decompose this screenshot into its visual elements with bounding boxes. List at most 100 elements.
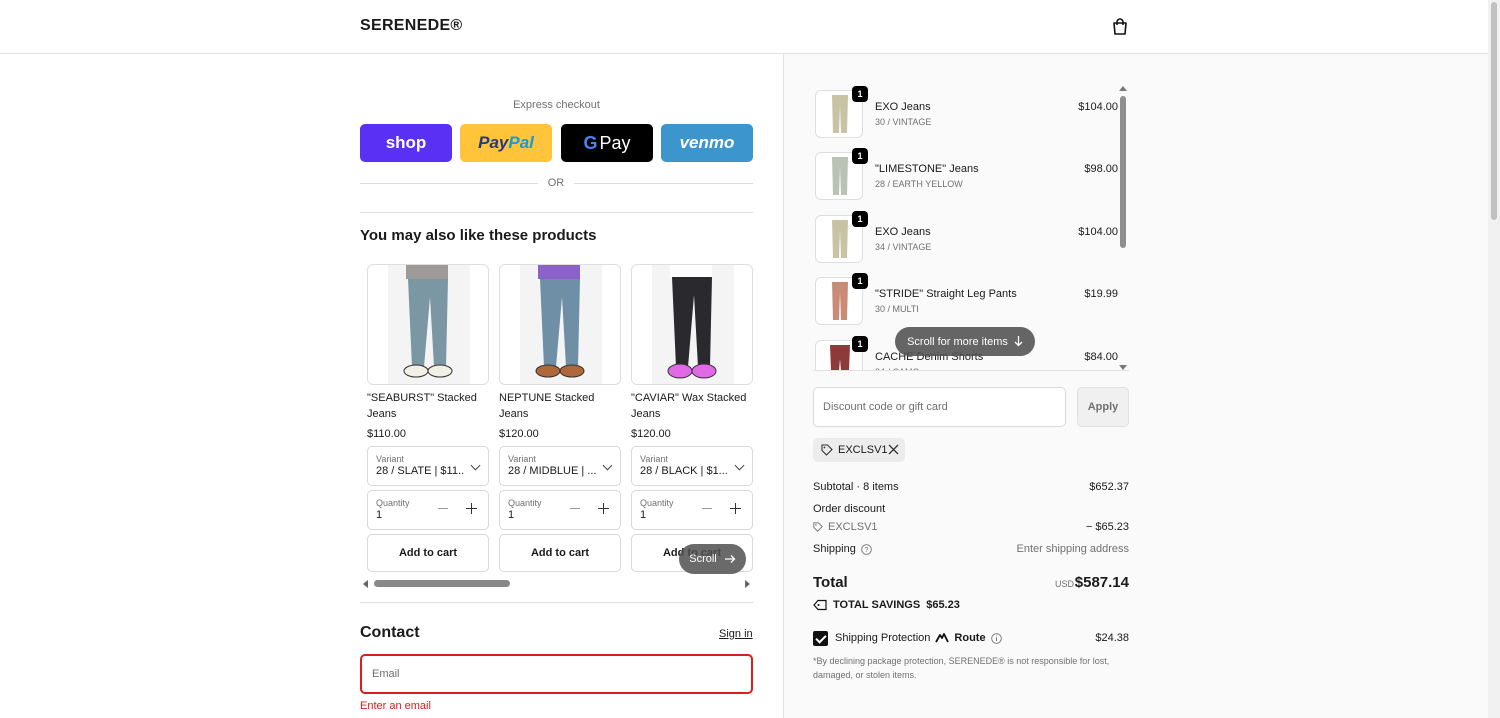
minus-icon[interactable] — [702, 508, 712, 510]
product-price: $120.00 — [631, 428, 671, 440]
shop-pay-label: shop — [385, 133, 427, 152]
quantity-label: Quantity — [376, 498, 410, 508]
add-to-cart-button[interactable]: Add to cart — [499, 534, 621, 572]
discount-code-row: EXCLSV1 — [813, 521, 878, 533]
or-divider-text: OR — [547, 177, 565, 189]
item-name: EXO Jeans — [875, 101, 931, 113]
cart-items-scrollbar-thumb[interactable] — [1120, 96, 1126, 248]
minus-icon[interactable] — [570, 508, 580, 510]
plus-icon[interactable] — [598, 503, 609, 514]
google-pay-label: Pay — [599, 132, 631, 153]
carousel-scroll-button[interactable]: Scroll — [679, 544, 746, 574]
protection-fineprint: *By declining package protection, SERENE… — [813, 656, 1110, 680]
shipping-protection-label: Shipping Protection — [835, 632, 931, 644]
arrow-down-icon — [1014, 336, 1023, 347]
variant-value: 28 / MIDBLUE | ... — [508, 465, 596, 477]
product-carousel[interactable]: "SEABURST" Stacked Jeans $110.00 Variant… — [360, 258, 753, 576]
or-divider-right — [574, 183, 753, 184]
sign-in-link[interactable]: Sign in — [719, 628, 753, 640]
tag-icon — [821, 444, 833, 456]
jeans-image — [388, 265, 470, 384]
info-icon[interactable] — [990, 632, 1002, 644]
total-value: $587.14 — [1074, 574, 1129, 591]
shopping-bag-icon[interactable] — [1110, 17, 1130, 37]
shipping-label: Shipping — [813, 543, 856, 555]
quantity-stepper[interactable]: Quantity 1 — [631, 490, 753, 530]
cart-item: 1 "LIMESTONE" Jeans 28 / EARTH YELLOW $9… — [813, 146, 1118, 202]
google-pay-button[interactable]: G Pay — [561, 124, 653, 162]
quantity-value[interactable]: 1 — [508, 509, 596, 521]
carousel-scrollbar[interactable] — [362, 579, 751, 589]
section-divider — [360, 602, 753, 603]
scroll-down-arrow-icon[interactable] — [1119, 365, 1127, 370]
total-label: Total — [813, 574, 848, 591]
item-price: $104.00 — [1078, 226, 1118, 238]
page-scrollbar-thumb[interactable] — [1491, 2, 1497, 220]
arrow-right-icon — [724, 555, 736, 563]
quantity-value[interactable]: 1 — [640, 509, 728, 521]
discount-code-label: EXCLSV1 — [828, 521, 878, 533]
scroll-label: Scroll — [689, 553, 717, 565]
quantity-badge: 1 — [852, 211, 868, 227]
variant-select[interactable]: Variant 28 / SLATE | $11... — [367, 446, 489, 486]
cart-items-scrollbar[interactable] — [1119, 86, 1127, 370]
scroll-for-more-button[interactable]: Scroll for more items — [895, 327, 1035, 356]
paypal-label-pal: Pal — [508, 133, 534, 152]
variant-select[interactable]: Variant 28 / MIDBLUE | ... — [499, 446, 621, 486]
shipping-protection-price: $24.38 — [1095, 632, 1129, 644]
variant-value: 28 / SLATE | $11... — [376, 465, 464, 477]
minus-icon[interactable] — [438, 508, 448, 510]
site-header: SERENEDE® — [0, 0, 1488, 54]
plus-icon[interactable] — [466, 503, 477, 514]
add-to-cart-button[interactable]: Add to cart — [367, 534, 489, 572]
svg-text:?: ? — [864, 547, 868, 554]
shipping-value: Enter shipping address — [1016, 543, 1129, 555]
item-variant: 30 / VINTAGE — [875, 117, 932, 127]
shipping-row: Shipping ? — [813, 543, 872, 555]
shipping-protection-checkbox[interactable] — [813, 631, 828, 646]
subtotal-label: Subtotal · 8 items — [813, 481, 899, 493]
upsell-title: You may also like these products — [360, 227, 597, 244]
carousel-scrollbar-thumb[interactable] — [374, 580, 510, 587]
quantity-label: Quantity — [640, 498, 674, 508]
remove-discount-icon[interactable] — [888, 444, 899, 455]
google-g-icon: G — [583, 132, 598, 153]
shipping-protection-row: Shipping Protection Route — [835, 632, 1002, 644]
product-name[interactable]: "CAVIAR" Wax Stacked Jeans — [631, 390, 753, 422]
or-divider-left — [360, 183, 538, 184]
store-logo[interactable]: SERENEDE® — [360, 17, 463, 35]
shop-pay-button[interactable]: shop — [360, 124, 452, 162]
item-variant: 30 / MULTI — [875, 304, 919, 314]
apply-discount-button[interactable]: Apply — [1077, 387, 1129, 427]
subtotal-value: $652.37 — [1089, 481, 1129, 493]
quantity-badge: 1 — [852, 336, 868, 352]
item-price: $104.00 — [1078, 101, 1118, 113]
page-scrollbar[interactable] — [1488, 0, 1500, 718]
product-image[interactable] — [499, 264, 621, 385]
product-name[interactable]: "SEABURST" Stacked Jeans — [367, 390, 489, 422]
venmo-label: venmo — [679, 133, 735, 152]
product-name[interactable]: NEPTUNE Stacked Jeans — [499, 390, 621, 422]
email-field[interactable] — [360, 654, 753, 694]
item-name: "LIMESTONE" Jeans — [875, 163, 979, 175]
savings-label: TOTAL SAVINGS — [833, 599, 921, 611]
product-image[interactable] — [367, 264, 489, 385]
variant-select[interactable]: Variant 28 / BLACK | $1... — [631, 446, 753, 486]
quantity-stepper[interactable]: Quantity 1 — [367, 490, 489, 530]
order-discount-label: Order discount — [813, 503, 886, 515]
jeans-image — [652, 265, 734, 384]
quantity-value[interactable]: 1 — [376, 509, 464, 521]
venmo-button[interactable]: venmo — [661, 124, 753, 162]
cart-item: 1 "STRIDE" Straight Leg Pants 30 / MULTI… — [813, 271, 1118, 327]
quantity-stepper[interactable]: Quantity 1 — [499, 490, 621, 530]
scroll-right-arrow-icon[interactable] — [745, 580, 750, 588]
scroll-left-arrow-icon[interactable] — [363, 580, 368, 588]
product-image[interactable] — [631, 264, 753, 385]
discount-code-input[interactable] — [813, 387, 1066, 427]
savings-value: $65.23 — [926, 599, 960, 611]
paypal-button[interactable]: Pay Pal — [460, 124, 552, 162]
help-icon[interactable]: ? — [861, 543, 872, 555]
item-price: $19.99 — [1084, 288, 1118, 300]
plus-icon[interactable] — [730, 503, 741, 514]
scroll-up-arrow-icon[interactable] — [1119, 86, 1127, 91]
